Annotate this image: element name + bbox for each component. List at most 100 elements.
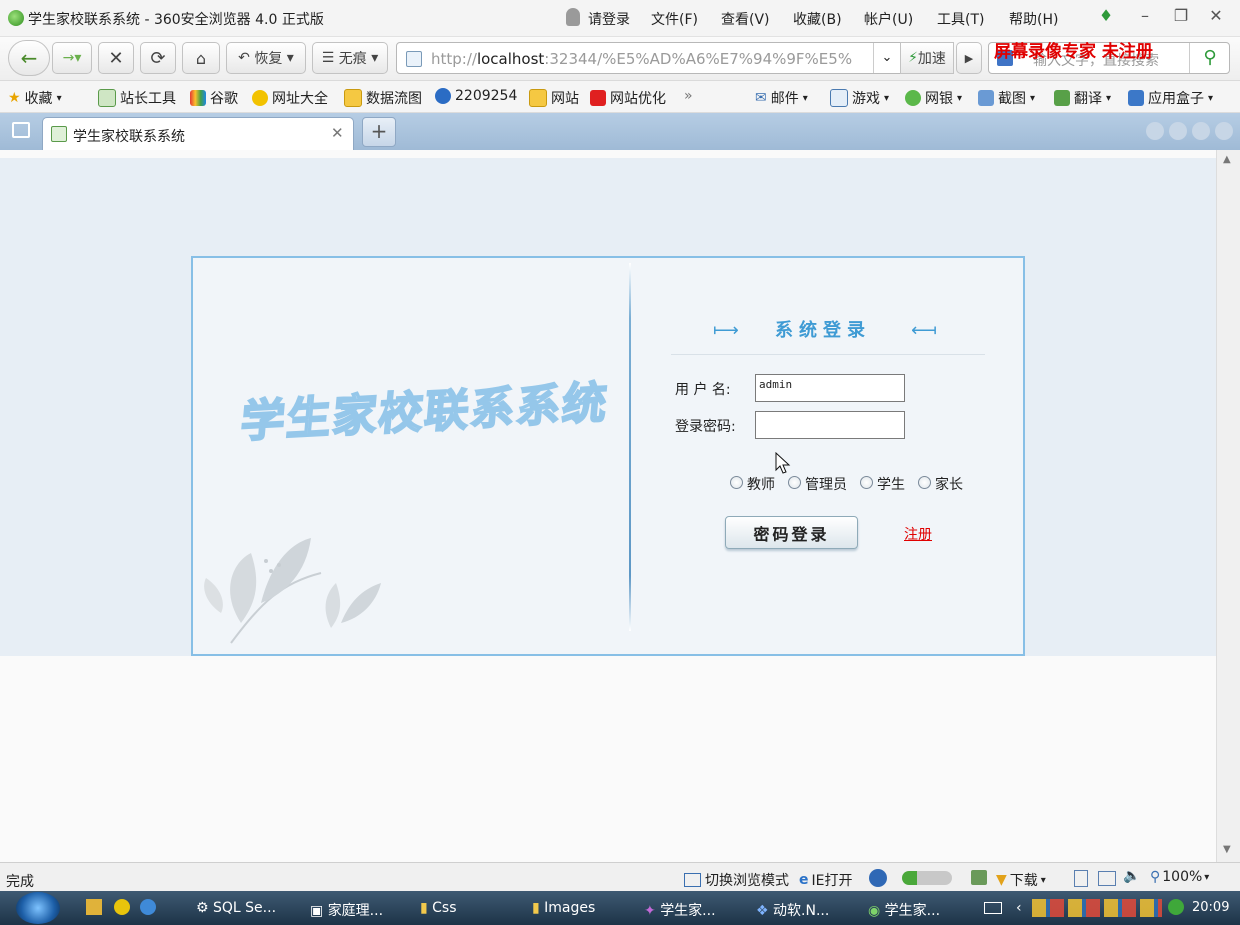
download-button[interactable]: ▼ 下载 ▾ <box>996 870 1046 890</box>
taskbar-item-images[interactable]: ▮ Images <box>532 900 595 916</box>
forward-icon[interactable]: →▾ <box>52 42 92 74</box>
plus-circle-icon <box>252 90 268 106</box>
taskbar-label: 家庭理... <box>327 903 384 919</box>
sidebar-toggle-icon[interactable] <box>12 122 30 138</box>
refresh-icon[interactable]: ⟳ <box>140 42 176 74</box>
extensions-icon[interactable] <box>971 870 987 885</box>
username-field[interactable]: admin <box>755 374 905 402</box>
restore-button[interactable]: ↶ 恢复 ▾ <box>226 42 306 74</box>
favorites-menu[interactable]: ★ 收藏 ▾ <box>8 88 62 108</box>
bookmark-2209254[interactable]: 2209254 <box>435 88 517 104</box>
browser-logo-icon <box>8 10 24 26</box>
more-bookmarks-icon[interactable]: » <box>684 88 693 104</box>
menu-favorites[interactable]: 收藏(B) <box>793 9 842 29</box>
browser-icon[interactable] <box>114 899 130 915</box>
close-window-icon[interactable]: ✕ <box>1205 5 1227 27</box>
minimize-icon[interactable]: – <box>1134 5 1156 27</box>
bookmark-site[interactable]: 网站 <box>529 88 579 108</box>
taskbar-item-css[interactable]: ▮ Css <box>420 900 457 916</box>
page-info-icon[interactable] <box>1074 870 1088 887</box>
url-dropdown-icon[interactable]: ⌄ <box>873 43 900 73</box>
taskbar-item-student-vs[interactable]: ✦ 学生家... <box>644 900 716 920</box>
role-radio-teacher[interactable] <box>730 476 743 489</box>
menu-label: 游戏 <box>852 91 880 107</box>
password-field[interactable] <box>755 411 905 439</box>
scroll-tabs-left-icon[interactable] <box>1146 122 1164 140</box>
menu-account[interactable]: 帐户(U) <box>864 9 913 29</box>
folder-icon <box>344 89 362 107</box>
new-tab-icon[interactable]: + <box>362 117 396 147</box>
speed-button[interactable]: ⚡ 加速 <box>900 42 954 74</box>
taskbar-item-sqlserver[interactable]: ⚙ SQL Se... <box>196 900 276 916</box>
security-icon[interactable] <box>869 869 887 887</box>
close-tabs-icon[interactable] <box>1215 122 1233 140</box>
bookmark-url-directory[interactable]: 网址大全 <box>252 88 328 108</box>
role-radio-parent[interactable] <box>918 476 931 489</box>
ornament-left-icon: ⟼ <box>713 320 739 341</box>
bookmark-webmaster-tools[interactable]: 站长工具 <box>98 88 176 108</box>
ornament-right-icon: ⟻ <box>911 320 937 341</box>
stop-icon[interactable]: ✕ <box>98 42 134 74</box>
tab-list-icon[interactable] <box>1192 122 1210 140</box>
mail-icon: ✉ <box>755 90 767 106</box>
bookmark-label: 谷歌 <box>210 91 238 107</box>
games-menu[interactable]: 游戏 ▾ <box>830 88 889 108</box>
close-tab-icon[interactable]: ✕ <box>331 124 344 142</box>
go-icon[interactable]: ▶ <box>956 42 982 74</box>
switch-mode-button[interactable]: 切换浏览模式 <box>684 870 789 890</box>
taskbar-item-dongruan[interactable]: ❖ 动软.N... <box>756 900 829 920</box>
visual-studio-icon: ✦ <box>644 903 661 919</box>
taskbar-item-student-browser[interactable]: ◉ 学生家... <box>868 900 940 920</box>
translate-menu[interactable]: 翻译 ▾ <box>1054 88 1111 108</box>
menu-help[interactable]: 帮助(H) <box>1009 9 1058 29</box>
ie-icon[interactable] <box>140 899 156 915</box>
bookmark-seo[interactable]: 网站优化 <box>590 88 666 108</box>
taskbar-label: 学生家... <box>884 903 941 919</box>
ie-open-label: IE打开 <box>811 873 853 889</box>
search-icon[interactable]: ⚲ <box>1189 43 1230 73</box>
bookmark-google[interactable]: 谷歌 <box>190 88 238 108</box>
mail-menu[interactable]: ✉ 邮件 ▾ <box>755 88 808 108</box>
menu-file[interactable]: 文件(F) <box>651 9 698 29</box>
sound-icon[interactable]: 🔈 <box>1123 868 1140 884</box>
home-icon[interactable]: ⌂ <box>182 42 220 74</box>
shield-icon[interactable] <box>1168 899 1184 915</box>
print-icon[interactable] <box>1098 871 1116 886</box>
toggle-switch-icon[interactable] <box>902 871 952 885</box>
back-icon[interactable]: ← <box>8 40 50 76</box>
ie-open-button[interactable]: e IE打开 <box>799 870 852 890</box>
taskbar-item-family[interactable]: ▣ 家庭理... <box>310 900 383 920</box>
address-bar[interactable]: http://localhost:32344/%E5%AD%A6%E7%94%9… <box>396 42 926 74</box>
tab-title: 学生家校联系系统 <box>73 129 185 145</box>
keyboard-icon[interactable] <box>984 902 1002 914</box>
login-link[interactable]: 请登录 <box>588 9 630 29</box>
tray-icons[interactable] <box>1032 899 1162 917</box>
skin-icon[interactable]: ♦ <box>1095 5 1117 27</box>
start-button-icon[interactable] <box>16 892 60 924</box>
role-radio-admin[interactable] <box>788 476 801 489</box>
menu-view[interactable]: 查看(V) <box>721 9 770 29</box>
scroll-up-icon[interactable]: ▲ <box>1223 154 1231 165</box>
incognito-button[interactable]: ☰ 无痕 ▾ <box>312 42 388 74</box>
restore-window-icon[interactable]: ❐ <box>1170 5 1192 27</box>
banking-menu[interactable]: 网银 ▾ <box>905 88 962 108</box>
register-link[interactable]: 注册 <box>904 524 932 544</box>
bookmark-label: 网址大全 <box>272 91 328 107</box>
login-button[interactable]: 密码登录 <box>725 516 858 549</box>
app-box-menu[interactable]: 应用盒子 ▾ <box>1128 88 1213 108</box>
tab-active[interactable]: 学生家校联系系统 ✕ <box>42 117 354 150</box>
restore-label: 恢复 <box>254 51 283 67</box>
role-label-teacher: 教师 <box>747 477 775 493</box>
bookmark-dataflow[interactable]: 数据流图 <box>344 88 422 108</box>
explorer-icon[interactable] <box>86 899 102 915</box>
screenshot-menu[interactable]: 截图 ▾ <box>978 88 1035 108</box>
menu-tools[interactable]: 工具(T) <box>937 9 984 29</box>
scroll-down-icon[interactable]: ▼ <box>1223 844 1231 855</box>
tray-expand-icon[interactable]: ‹ <box>1016 900 1022 916</box>
scroll-tabs-right-icon[interactable] <box>1169 122 1187 140</box>
role-radio-student[interactable] <box>860 476 873 489</box>
bank-icon <box>905 90 921 106</box>
vertical-scrollbar[interactable]: ▲ ▼ <box>1216 150 1240 862</box>
url-text[interactable]: http://localhost:32344/%E5%AD%A6%E7%94%9… <box>431 50 861 68</box>
zoom-control[interactable]: ⚲ 100% ▾ <box>1150 869 1209 885</box>
